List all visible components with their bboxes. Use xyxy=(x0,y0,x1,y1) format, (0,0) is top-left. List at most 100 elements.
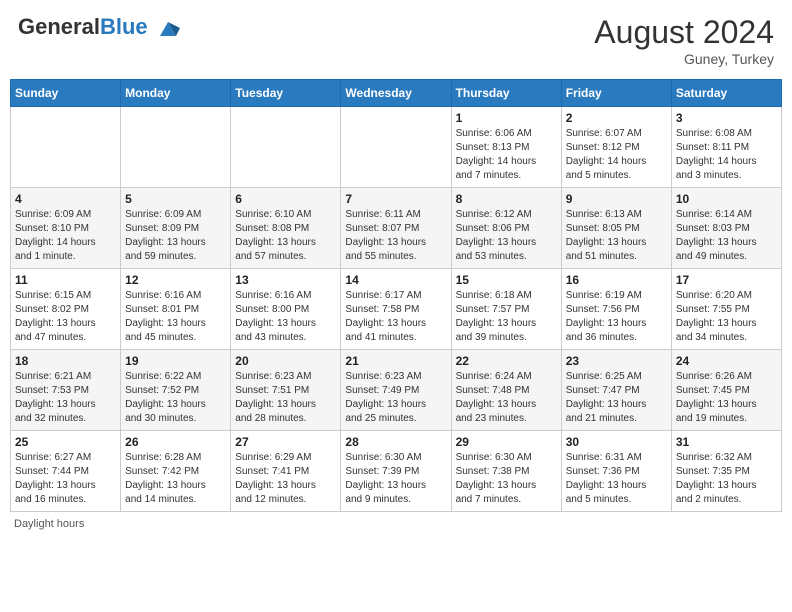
day-info: Sunrise: 6:24 AM Sunset: 7:48 PM Dayligh… xyxy=(456,370,557,426)
day-number: 13 xyxy=(235,273,336,287)
day-number: 19 xyxy=(125,354,226,368)
day-number: 14 xyxy=(345,273,446,287)
col-monday: Monday xyxy=(121,80,231,107)
day-number: 26 xyxy=(125,435,226,449)
day-info: Sunrise: 6:31 AM Sunset: 7:36 PM Dayligh… xyxy=(566,451,667,507)
table-row xyxy=(121,107,231,188)
calendar-week-2: 4 Sunrise: 6:09 AM Sunset: 8:10 PM Daylig… xyxy=(11,188,782,269)
footer-note: Daylight hours xyxy=(10,518,782,530)
day-number: 20 xyxy=(235,354,336,368)
day-number: 25 xyxy=(15,435,116,449)
logo-general: General xyxy=(18,14,100,39)
calendar-header-row: Sunday Monday Tuesday Wednesday Thursday… xyxy=(11,80,782,107)
day-number: 1 xyxy=(456,111,557,125)
day-number: 29 xyxy=(456,435,557,449)
col-thursday: Thursday xyxy=(451,80,561,107)
day-number: 17 xyxy=(676,273,777,287)
day-info: Sunrise: 6:12 AM Sunset: 8:06 PM Dayligh… xyxy=(456,208,557,264)
day-info: Sunrise: 6:25 AM Sunset: 7:47 PM Dayligh… xyxy=(566,370,667,426)
day-number: 9 xyxy=(566,192,667,206)
table-row: 18 Sunrise: 6:21 AM Sunset: 7:53 PM Dayli… xyxy=(11,350,121,431)
calendar-week-5: 25 Sunrise: 6:27 AM Sunset: 7:44 PM Dayli… xyxy=(11,431,782,512)
logo-icon xyxy=(156,18,180,42)
col-saturday: Saturday xyxy=(671,80,781,107)
day-number: 3 xyxy=(676,111,777,125)
table-row xyxy=(11,107,121,188)
title-block: August 2024 Guney, Turkey xyxy=(594,14,774,67)
day-info: Sunrise: 6:09 AM Sunset: 8:09 PM Dayligh… xyxy=(125,208,226,264)
table-row: 31 Sunrise: 6:32 AM Sunset: 7:35 PM Dayli… xyxy=(671,431,781,512)
day-info: Sunrise: 6:29 AM Sunset: 7:41 PM Dayligh… xyxy=(235,451,336,507)
day-info: Sunrise: 6:14 AM Sunset: 8:03 PM Dayligh… xyxy=(676,208,777,264)
day-info: Sunrise: 6:16 AM Sunset: 8:00 PM Dayligh… xyxy=(235,289,336,345)
location: Guney, Turkey xyxy=(594,51,774,67)
day-info: Sunrise: 6:21 AM Sunset: 7:53 PM Dayligh… xyxy=(15,370,116,426)
day-number: 15 xyxy=(456,273,557,287)
table-row: 6 Sunrise: 6:10 AM Sunset: 8:08 PM Daylig… xyxy=(231,188,341,269)
table-row: 4 Sunrise: 6:09 AM Sunset: 8:10 PM Daylig… xyxy=(11,188,121,269)
table-row: 10 Sunrise: 6:14 AM Sunset: 8:03 PM Dayli… xyxy=(671,188,781,269)
day-info: Sunrise: 6:09 AM Sunset: 8:10 PM Dayligh… xyxy=(15,208,116,264)
day-info: Sunrise: 6:17 AM Sunset: 7:58 PM Dayligh… xyxy=(345,289,446,345)
table-row: 17 Sunrise: 6:20 AM Sunset: 7:55 PM Dayli… xyxy=(671,269,781,350)
day-info: Sunrise: 6:11 AM Sunset: 8:07 PM Dayligh… xyxy=(345,208,446,264)
day-info: Sunrise: 6:16 AM Sunset: 8:01 PM Dayligh… xyxy=(125,289,226,345)
day-number: 7 xyxy=(345,192,446,206)
table-row: 21Sunrise: 6:23 AM Sunset: 7:49 PM Dayli… xyxy=(341,350,451,431)
day-info: Sunrise: 6:30 AM Sunset: 7:39 PM Dayligh… xyxy=(345,451,446,507)
day-number: 4 xyxy=(15,192,116,206)
day-info: Sunrise: 6:26 AM Sunset: 7:45 PM Dayligh… xyxy=(676,370,777,426)
logo: GeneralBlue xyxy=(18,14,180,42)
table-row xyxy=(231,107,341,188)
day-number: 12 xyxy=(125,273,226,287)
day-info: Sunrise: 6:22 AM Sunset: 7:52 PM Dayligh… xyxy=(125,370,226,426)
day-number: 6 xyxy=(235,192,336,206)
table-row: 22Sunrise: 6:24 AM Sunset: 7:48 PM Dayli… xyxy=(451,350,561,431)
col-sunday: Sunday xyxy=(11,80,121,107)
day-number: 5 xyxy=(125,192,226,206)
col-wednesday: Wednesday xyxy=(341,80,451,107)
table-row: 8 Sunrise: 6:12 AM Sunset: 8:06 PM Daylig… xyxy=(451,188,561,269)
calendar-table: Sunday Monday Tuesday Wednesday Thursday… xyxy=(10,79,782,512)
col-friday: Friday xyxy=(561,80,671,107)
day-number: 16 xyxy=(566,273,667,287)
table-row: 9 Sunrise: 6:13 AM Sunset: 8:05 PM Daylig… xyxy=(561,188,671,269)
day-number: 28 xyxy=(345,435,446,449)
day-info: Sunrise: 6:18 AM Sunset: 7:57 PM Dayligh… xyxy=(456,289,557,345)
day-number: 23 xyxy=(566,354,667,368)
day-info: Sunrise: 6:32 AM Sunset: 7:35 PM Dayligh… xyxy=(676,451,777,507)
day-number: 2 xyxy=(566,111,667,125)
table-row: 29 Sunrise: 6:30 AM Sunset: 7:38 PM Dayli… xyxy=(451,431,561,512)
day-info: Sunrise: 6:19 AM Sunset: 7:56 PM Dayligh… xyxy=(566,289,667,345)
month-year: August 2024 xyxy=(594,14,774,51)
day-number: 30 xyxy=(566,435,667,449)
day-number: 31 xyxy=(676,435,777,449)
table-row: 28 Sunrise: 6:30 AM Sunset: 7:39 PM Dayli… xyxy=(341,431,451,512)
day-info: Sunrise: 6:13 AM Sunset: 8:05 PM Dayligh… xyxy=(566,208,667,264)
day-number: 8 xyxy=(456,192,557,206)
table-row: 19 Sunrise: 6:22 AM Sunset: 7:52 PM Dayli… xyxy=(121,350,231,431)
table-row: 26 Sunrise: 6:28 AM Sunset: 7:42 PM Dayli… xyxy=(121,431,231,512)
day-number: 24 xyxy=(676,354,777,368)
day-info: Sunrise: 6:15 AM Sunset: 8:02 PM Dayligh… xyxy=(15,289,116,345)
table-row: 25 Sunrise: 6:27 AM Sunset: 7:44 PM Dayli… xyxy=(11,431,121,512)
day-info: Sunrise: 6:10 AM Sunset: 8:08 PM Dayligh… xyxy=(235,208,336,264)
day-info: Sunrise: 6:06 AM Sunset: 8:13 PM Dayligh… xyxy=(456,127,557,183)
day-info: Sunrise: 6:30 AM Sunset: 7:38 PM Dayligh… xyxy=(456,451,557,507)
day-number: 27 xyxy=(235,435,336,449)
table-row: 5 Sunrise: 6:09 AM Sunset: 8:09 PM Daylig… xyxy=(121,188,231,269)
day-number: 21 xyxy=(345,354,446,368)
table-row: 14 Sunrise: 6:17 AM Sunset: 7:58 PM Dayli… xyxy=(341,269,451,350)
table-row: 20Sunrise: 6:23 AM Sunset: 7:51 PM Dayli… xyxy=(231,350,341,431)
calendar-week-4: 18 Sunrise: 6:21 AM Sunset: 7:53 PM Dayli… xyxy=(11,350,782,431)
table-row: 3Sunrise: 6:08 AM Sunset: 8:11 PM Daylig… xyxy=(671,107,781,188)
day-info: Sunrise: 6:28 AM Sunset: 7:42 PM Dayligh… xyxy=(125,451,226,507)
page-header: GeneralBlue August 2024 Guney, Turkey xyxy=(10,10,782,71)
col-tuesday: Tuesday xyxy=(231,80,341,107)
day-number: 10 xyxy=(676,192,777,206)
table-row: 11Sunrise: 6:15 AM Sunset: 8:02 PM Dayli… xyxy=(11,269,121,350)
day-number: 18 xyxy=(15,354,116,368)
table-row: 2Sunrise: 6:07 AM Sunset: 8:12 PM Daylig… xyxy=(561,107,671,188)
day-info: Sunrise: 6:27 AM Sunset: 7:44 PM Dayligh… xyxy=(15,451,116,507)
day-info: Sunrise: 6:20 AM Sunset: 7:55 PM Dayligh… xyxy=(676,289,777,345)
